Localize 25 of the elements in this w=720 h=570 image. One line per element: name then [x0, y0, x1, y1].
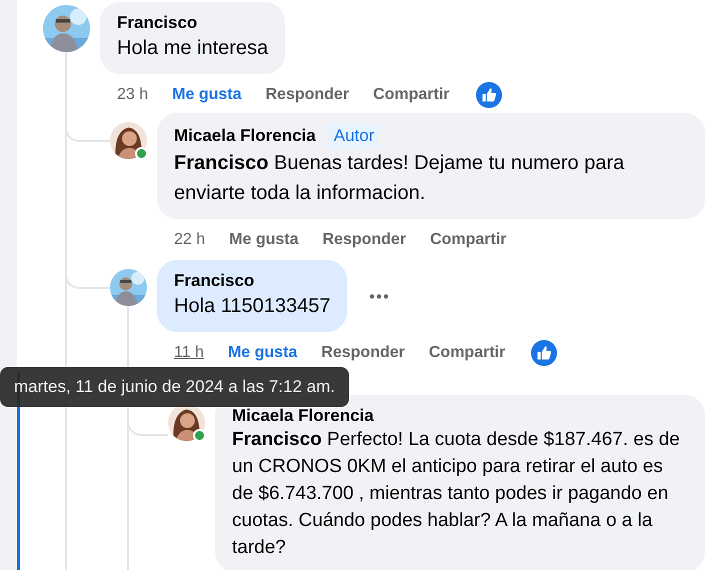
timestamp-link[interactable]: 23 h [117, 86, 148, 104]
date-tooltip: martes, 11 de junio de 2024 a las 7:12 am. [0, 367, 349, 407]
comment-text: Hola me interesa [117, 36, 268, 61]
like-link[interactable]: Me gusta [229, 231, 298, 249]
comment-text: Francisco Buenas tardes! Dejame tu numero para enviarte toda la informacion. [174, 151, 626, 206]
timestamp-link[interactable]: 11 h [174, 344, 204, 362]
share-link[interactable]: Compartir [428, 344, 506, 362]
author-name[interactable]: Micaela Florencia [174, 126, 316, 146]
author-name[interactable]: Francisco [117, 13, 198, 33]
timestamp-link[interactable]: 22 h [174, 231, 206, 249]
comment-text: Francisco Perfecto! La cuota desde $187.467. es de un CRONOS 0KM el anticipo para retirar el auto es de $6.743.700 , mientras tanto podes ir pagando en cuotas. Cuándo podes hablar? A la mañana o a la tarde? [232, 428, 681, 560]
author-name[interactable]: Micaela Florencia [232, 406, 374, 426]
share-link[interactable]: Compartir [430, 231, 507, 249]
like-link[interactable]: Me gusta [172, 86, 242, 104]
comment-text: Hola 1150133457 [174, 294, 330, 319]
like-reaction-icon[interactable] [531, 340, 558, 366]
author-badge: Autor [328, 124, 380, 148]
share-link[interactable]: Compartir [373, 86, 450, 104]
reply-link[interactable]: Responder [265, 86, 350, 104]
author-name[interactable]: Francisco [174, 271, 254, 291]
reply-link[interactable]: Responder [321, 344, 405, 362]
like-link[interactable]: Me gusta [228, 344, 298, 362]
reply-link[interactable]: Responder [322, 231, 406, 249]
more-options-icon[interactable] [369, 294, 390, 298]
like-reaction-icon[interactable] [476, 82, 502, 108]
